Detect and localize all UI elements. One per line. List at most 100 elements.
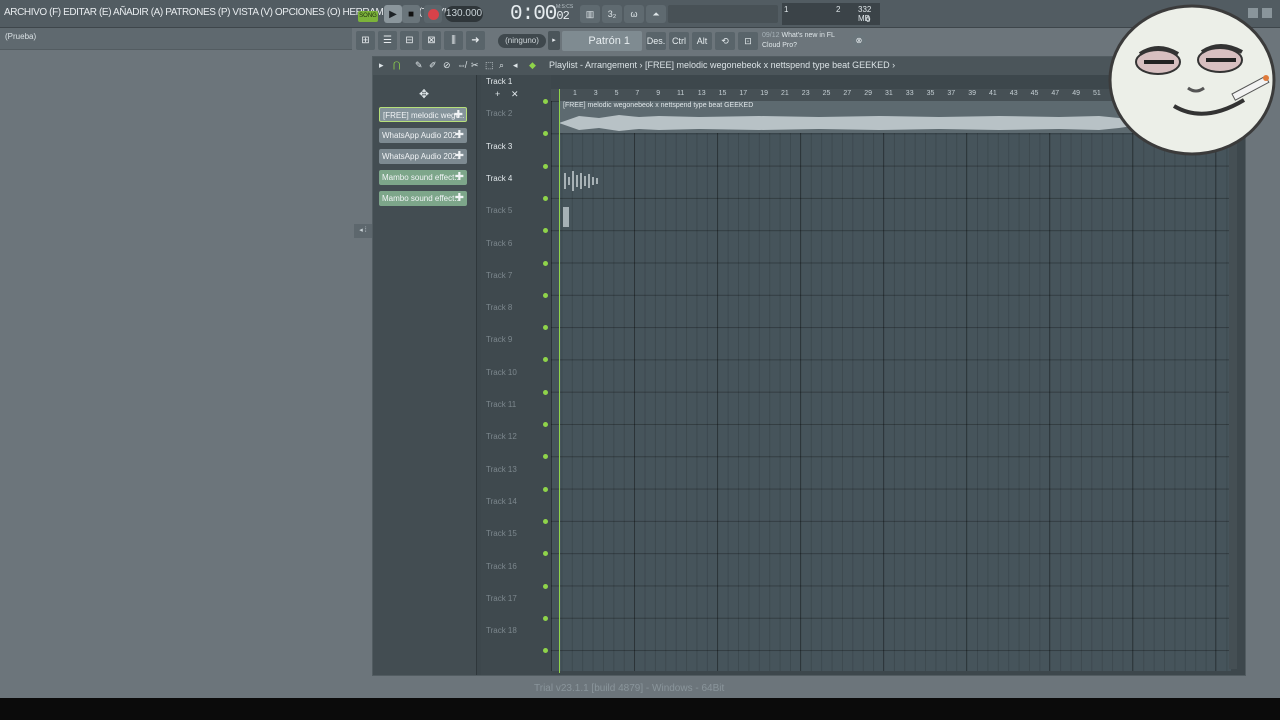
record-button[interactable]: [424, 5, 442, 23]
track-name[interactable]: Track 16: [486, 562, 517, 571]
clip-add-icon[interactable]: ✚: [455, 149, 464, 164]
track-enable-dot[interactable]: [543, 260, 548, 266]
meme-face-image: [1108, 4, 1276, 156]
track-name[interactable]: Track 6: [486, 239, 512, 248]
pencil-icon[interactable]: ✎: [415, 60, 423, 71]
mixer-icon[interactable]: ⊠: [422, 31, 441, 50]
tempo-display[interactable]: 130.000: [445, 6, 483, 22]
playhead-marker[interactable]: [559, 89, 560, 673]
track-name[interactable]: Track 8: [486, 303, 512, 312]
track-name[interactable]: Track 2: [486, 109, 512, 118]
wait-record-icon[interactable]: ω: [624, 5, 644, 23]
track-enable-dot[interactable]: [543, 389, 548, 395]
top-toolbar: ARCHIVO (F) EDITAR (E) AÑADIR (A) PATRON…: [0, 0, 1280, 28]
track-enable-dot[interactable]: [543, 518, 548, 524]
track-enable-dot[interactable]: [543, 99, 548, 104]
stop-button[interactable]: ■: [402, 5, 420, 23]
clip-add-icon[interactable]: ✚: [454, 108, 463, 121]
ctrl-button[interactable]: Ctrl: [669, 32, 689, 50]
arrow-right-icon[interactable]: ➜: [466, 31, 485, 50]
clip-item-pattern-1[interactable]: Mambo sound effect.. ✚: [379, 170, 467, 185]
track-name[interactable]: Track 14: [486, 497, 517, 506]
track-enable-dot[interactable]: [543, 648, 548, 654]
pattern-prev-icon[interactable]: ▸: [548, 31, 560, 50]
news-panel[interactable]: 09/12 What's new in FL Cloud Pro?: [762, 31, 835, 51]
clip-add-icon[interactable]: ✚: [455, 191, 464, 206]
ruler-tick-label: 29: [864, 90, 872, 97]
ruler-tick-label: 35: [926, 90, 935, 97]
clip-item-audio-3[interactable]: WhatsApp Audio 202.. ✚: [379, 149, 467, 164]
track-enable-dot[interactable]: [543, 228, 548, 234]
cart-icon[interactable]: ⊡: [738, 32, 758, 50]
clip-item-audio-1[interactable]: [FREE] melodic wego.. ✚: [379, 107, 467, 122]
piano-roll-icon[interactable]: ⊟: [400, 31, 419, 50]
track-name[interactable]: Track 1: [486, 77, 512, 86]
cloud-icon[interactable]: ⟲: [715, 32, 735, 50]
news-close-icon[interactable]: ⊗: [852, 34, 866, 48]
add-track-icon[interactable]: +: [495, 89, 500, 99]
playlist-view-icon[interactable]: ⊞: [356, 31, 375, 50]
panel-toggle-arrow[interactable]: ◂ ⁞: [354, 224, 372, 238]
clip-item-label: WhatsApp Audio 202..: [382, 152, 462, 161]
arrangement-icon[interactable]: ◆: [529, 60, 536, 71]
track-name[interactable]: Track 5: [486, 206, 512, 215]
close-tracks-icon[interactable]: ✕: [511, 89, 519, 100]
track-enable-dot[interactable]: [543, 486, 548, 492]
vertical-scrollbar[interactable]: [1229, 101, 1237, 669]
track-name[interactable]: Track 17: [486, 594, 517, 603]
track-name[interactable]: Track 12: [486, 432, 517, 441]
track-enable-dot[interactable]: [543, 195, 548, 201]
track-name[interactable]: Track 15: [486, 529, 517, 538]
track-enable-dot[interactable]: [543, 357, 548, 363]
audio-clip-track-3[interactable]: [563, 167, 601, 195]
play-button[interactable]: ▶: [384, 5, 402, 23]
magnet-icon[interactable]: ⋂: [393, 60, 400, 71]
metronome-icon[interactable]: ⏶: [646, 5, 666, 23]
secondary-toolbar: ⊞ ☰ ⊟ ⊠ ⫼ ➜ (ninguno) ▸ Patrón 1 Des. Ct…: [356, 30, 872, 52]
slip-tool-icon[interactable]: ⇎: [457, 60, 466, 70]
track-enable-dot[interactable]: [543, 325, 548, 331]
alt-button[interactable]: Alt: [692, 32, 712, 50]
track-name[interactable]: Track 13: [486, 465, 517, 474]
playlist-menu-arrow-icon[interactable]: ▸: [379, 60, 384, 71]
track-name[interactable]: Track 9: [486, 335, 512, 344]
clip-item-pattern-2[interactable]: Mambo sound effect.. ✚: [379, 191, 467, 206]
clip-add-icon[interactable]: ✚: [455, 170, 464, 185]
track-enable-dot[interactable]: [543, 131, 548, 137]
song-mode-button[interactable]: SONG: [358, 11, 378, 22]
channel-rack-icon[interactable]: ☰: [378, 31, 397, 50]
mute-tool-icon[interactable]: ⊘: [443, 60, 451, 71]
target-select[interactable]: (ninguno): [498, 34, 546, 48]
picker-add-icon[interactable]: ✥: [419, 87, 429, 101]
track-name[interactable]: Track 18: [486, 626, 517, 635]
track-name[interactable]: Track 3: [486, 142, 512, 151]
track-enable-dot[interactable]: [543, 551, 548, 557]
audio-clip-track-4[interactable]: [563, 207, 569, 227]
track-name[interactable]: Track 7: [486, 271, 512, 280]
arrangement-grid[interactable]: [551, 101, 1231, 671]
track-name[interactable]: Track 10: [486, 368, 517, 377]
clip-add-icon[interactable]: ✚: [455, 128, 464, 143]
track-enable-dot[interactable]: [543, 583, 548, 589]
step-edit-icon[interactable]: 3₂: [602, 5, 622, 23]
record-icon: [427, 8, 439, 20]
select-tool-icon[interactable]: ⬚: [485, 60, 494, 71]
track-enable-dot[interactable]: [543, 422, 548, 427]
track-enable-dot[interactable]: [543, 454, 548, 460]
slice-tool-icon[interactable]: ✂: [471, 60, 479, 71]
track-enable-dot[interactable]: [543, 292, 548, 298]
track-name[interactable]: Track 4: [486, 174, 512, 183]
clip-item-audio-2[interactable]: WhatsApp Audio 202.. ✚: [379, 128, 467, 143]
zoom-tool-icon[interactable]: ⌕: [499, 60, 504, 71]
status-footer: Trial v23.1.1 [build 4879] - Windows - 6…: [0, 678, 1280, 698]
pattern-selector[interactable]: Patrón 1: [562, 31, 642, 51]
pattern-song-icon[interactable]: ▥: [580, 5, 600, 23]
desc-button[interactable]: Des.: [646, 32, 666, 50]
track-enable-dot[interactable]: [543, 615, 548, 621]
ruler-tick-label: 51: [1093, 90, 1101, 97]
playback-tool-icon[interactable]: ◂: [513, 60, 518, 71]
browser-icon[interactable]: ⫼: [444, 31, 463, 50]
track-enable-dot[interactable]: [543, 163, 548, 169]
brush-icon[interactable]: ✐: [429, 60, 437, 71]
track-name[interactable]: Track 11: [486, 400, 516, 409]
